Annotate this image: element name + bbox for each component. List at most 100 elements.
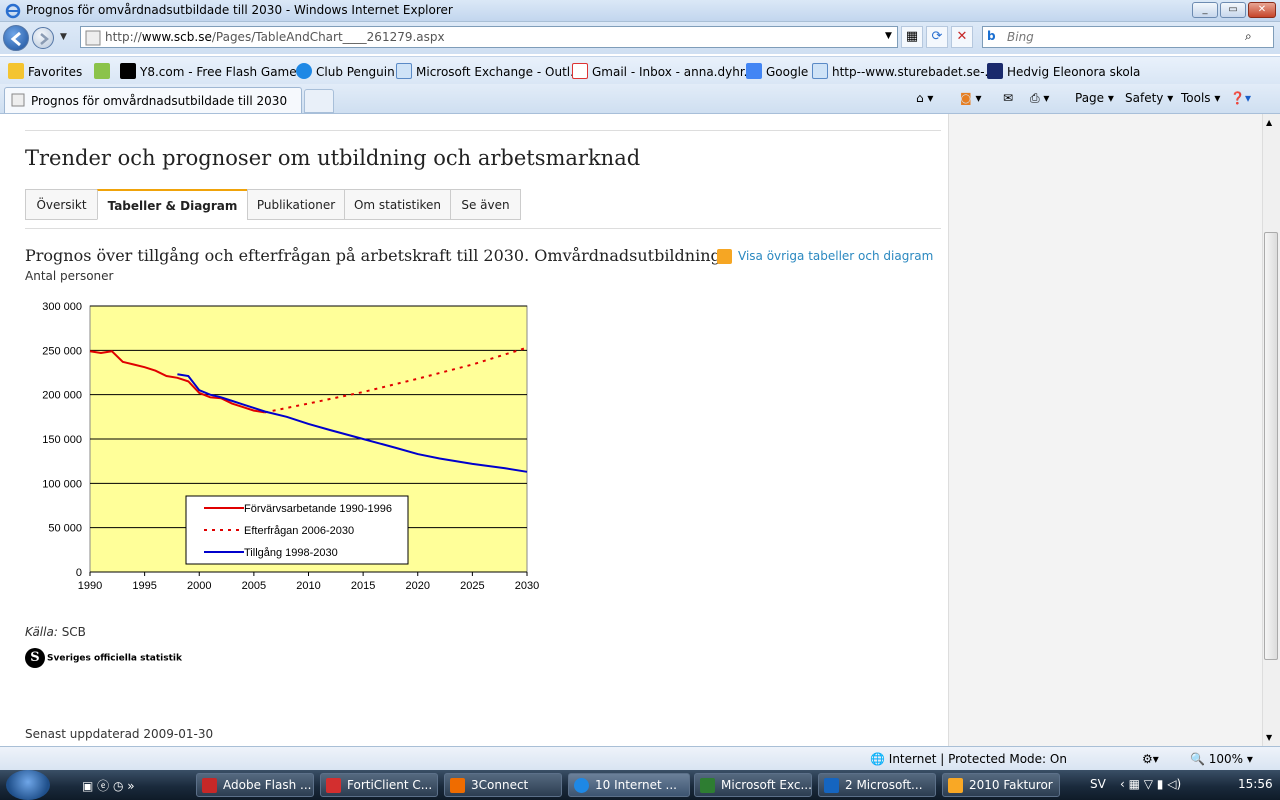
tab-om-statistiken[interactable]: Om statistiken <box>344 189 451 220</box>
home-button[interactable]: ⌂ ▾ <box>916 91 933 105</box>
page-title: Trender och prognoser om utbildning och … <box>25 146 641 170</box>
line-chart: 0 50 000 100 000 150 000 200 000 250 000 300 0… <box>42 301 539 592</box>
favorite-link-sturebadet[interactable]: http--www.sturebadet.se-... <box>812 63 996 79</box>
y-tick-label: 50 000 <box>48 523 82 535</box>
tray-icons[interactable]: ‹ ▦ ▽ ▮ ◁) <box>1120 777 1181 791</box>
x-tick-label: 2020 <box>406 580 430 592</box>
sos-logo: S Sveriges officiella statistik <box>25 648 182 668</box>
maximize-button[interactable]: ▭ <box>1220 2 1246 18</box>
feeds-button[interactable]: ◙ ▾ <box>960 91 982 105</box>
ie-icon <box>574 778 589 793</box>
help-icon[interactable]: ❓▾ <box>1230 91 1251 105</box>
tab-publikationer[interactable]: Publikationer <box>247 189 345 220</box>
x-tick-label: 2025 <box>460 580 484 592</box>
navigation-bar: ▼ http://www.scb.se/Pages/TableAndChart_… <box>0 22 1280 54</box>
search-icon[interactable]: ⌕ <box>1245 29 1252 44</box>
sos-icon: S <box>25 648 45 668</box>
x-tick-label: 2005 <box>242 580 266 592</box>
school-icon <box>987 63 1003 79</box>
taskbar-item-forticlient[interactable]: FortiClient C... <box>320 773 438 797</box>
tabs-divider <box>25 228 941 229</box>
tab-bar: Prognos för omvårdnadsutbildade till 203… <box>0 84 1280 114</box>
forward-arrow-icon <box>40 33 49 45</box>
right-sidebar <box>948 114 1262 746</box>
taskbar-item-word[interactable]: 2 Microsoft... <box>818 773 936 797</box>
globe-icon: 🌐 <box>870 752 885 766</box>
favorite-link-hedvig[interactable]: Hedvig Eleonora skola <box>987 63 1140 79</box>
add-favorite-icon[interactable] <box>94 63 114 79</box>
language-indicator[interactable]: SV <box>1090 777 1106 791</box>
bing-icon: b <box>987 29 996 43</box>
taskbar-item-flash[interactable]: Adobe Flash ... <box>196 773 314 797</box>
y-tick-label: 0 <box>76 567 82 579</box>
taskbar-item-excel[interactable]: Microsoft Exc... <box>694 773 812 797</box>
read-mail-button[interactable]: ✉ <box>1003 91 1013 105</box>
refresh-button[interactable]: ⟳ <box>926 26 948 48</box>
favorite-link-club-penguin[interactable]: Club Penguin <box>296 63 395 79</box>
tab-tabeller-diagram[interactable]: Tabeller & Diagram <box>97 189 248 220</box>
tab-oversikt[interactable]: Översikt <box>25 189 98 220</box>
back-button[interactable] <box>3 25 29 51</box>
browser-tab-active[interactable]: Prognos för omvårdnadsutbildade till 203… <box>4 87 302 113</box>
tools-menu[interactable]: Tools ▾ <box>1181 91 1220 105</box>
search-field[interactable]: b Bing ⌕ <box>982 26 1274 48</box>
other-tables-link[interactable]: Visa övriga tabeller och diagram <box>738 249 933 263</box>
minimize-button[interactable]: _ <box>1192 2 1218 18</box>
new-tab-button[interactable] <box>304 89 334 113</box>
3connect-icon <box>450 778 465 793</box>
x-tick-label: 2000 <box>187 580 211 592</box>
tab-se-aven[interactable]: Se även <box>450 189 521 220</box>
print-button[interactable]: ⎙ ▾ <box>1030 91 1049 106</box>
page-icon <box>85 30 101 46</box>
legend-label-2: Efterfrågan 2006-2030 <box>244 525 354 537</box>
list-icon <box>717 249 732 264</box>
y-tick-label: 200 000 <box>42 390 82 402</box>
last-updated: Senast uppdaterad 2009-01-30 <box>25 727 214 741</box>
compatibility-view-button[interactable]: ▦ <box>901 26 923 48</box>
word-icon <box>824 778 839 793</box>
taskbar-item-folder[interactable]: 2010 Fakturor <box>942 773 1060 797</box>
taskbar-item-3connect[interactable]: 3Connect <box>444 773 562 797</box>
window-title: Prognos för omvårdnadsutbildade till 203… <box>26 3 453 17</box>
page-menu[interactable]: Page ▾ <box>1075 91 1114 105</box>
start-button[interactable] <box>6 770 50 800</box>
scroll-down-icon[interactable]: ▼ <box>1266 733 1272 742</box>
excel-icon <box>700 778 715 793</box>
x-tick-label: 1990 <box>78 580 102 592</box>
x-tick-label: 1995 <box>132 580 156 592</box>
address-dropdown-icon[interactable]: ▼ <box>885 31 892 41</box>
quicklaunch-icons[interactable]: ▣ ⓔ ◷ » <box>82 777 135 794</box>
taskbar-item-ie[interactable]: 10 Internet ... <box>568 773 690 797</box>
favorite-link-exchange[interactable]: Microsoft Exchange - Outl... <box>396 63 582 79</box>
search-placeholder: Bing <box>1007 30 1034 44</box>
chart-heading: Prognos över tillgång och efterfrågan på… <box>25 246 721 265</box>
close-window-button[interactable]: ✕ <box>1248 2 1276 18</box>
stop-button[interactable]: ✕ <box>951 26 973 48</box>
history-dropdown-icon[interactable]: ▼ <box>60 32 67 42</box>
forward-button[interactable] <box>32 27 54 49</box>
legend-label-3: Tillgång 1998-2030 <box>244 547 338 559</box>
x-tick-label: 2015 <box>351 580 375 592</box>
security-icon[interactable]: ⚙▾ <box>1142 752 1159 766</box>
zoom-control[interactable]: 🔍 100% ▾ <box>1190 752 1253 766</box>
scrollbar-thumb[interactable] <box>1264 232 1278 660</box>
gmail-icon <box>572 63 588 79</box>
favorite-link-google[interactable]: Google <box>746 63 808 79</box>
x-tick-label: 2010 <box>296 580 320 592</box>
scroll-up-icon[interactable]: ▲ <box>1266 118 1272 127</box>
favorites-button[interactable]: Favorites <box>8 63 82 79</box>
y-tick-label: 100 000 <box>42 478 82 490</box>
status-bar: 🌐 Internet | Protected Mode: On ⚙▾ 🔍 100… <box>0 746 1280 770</box>
ie-page-icon <box>396 63 412 79</box>
safety-menu[interactable]: Safety ▾ <box>1125 91 1173 105</box>
folder-icon <box>948 778 963 793</box>
penguin-icon <box>296 63 312 79</box>
tab-title: Prognos för omvårdnadsutbildade till 203… <box>31 94 288 108</box>
favorite-link-gmail[interactable]: Gmail - Inbox - anna.dyhr... <box>572 63 755 79</box>
chart-subheading: Antal personer <box>25 269 114 283</box>
clock[interactable]: 15:56 <box>1238 777 1273 791</box>
source-line: Källa: SCB <box>25 625 86 639</box>
address-bar[interactable]: http://www.scb.se/Pages/TableAndChart___… <box>80 26 898 48</box>
divider <box>25 130 941 131</box>
favorite-link-y8[interactable]: Y8.com - Free Flash Game... <box>120 63 308 79</box>
